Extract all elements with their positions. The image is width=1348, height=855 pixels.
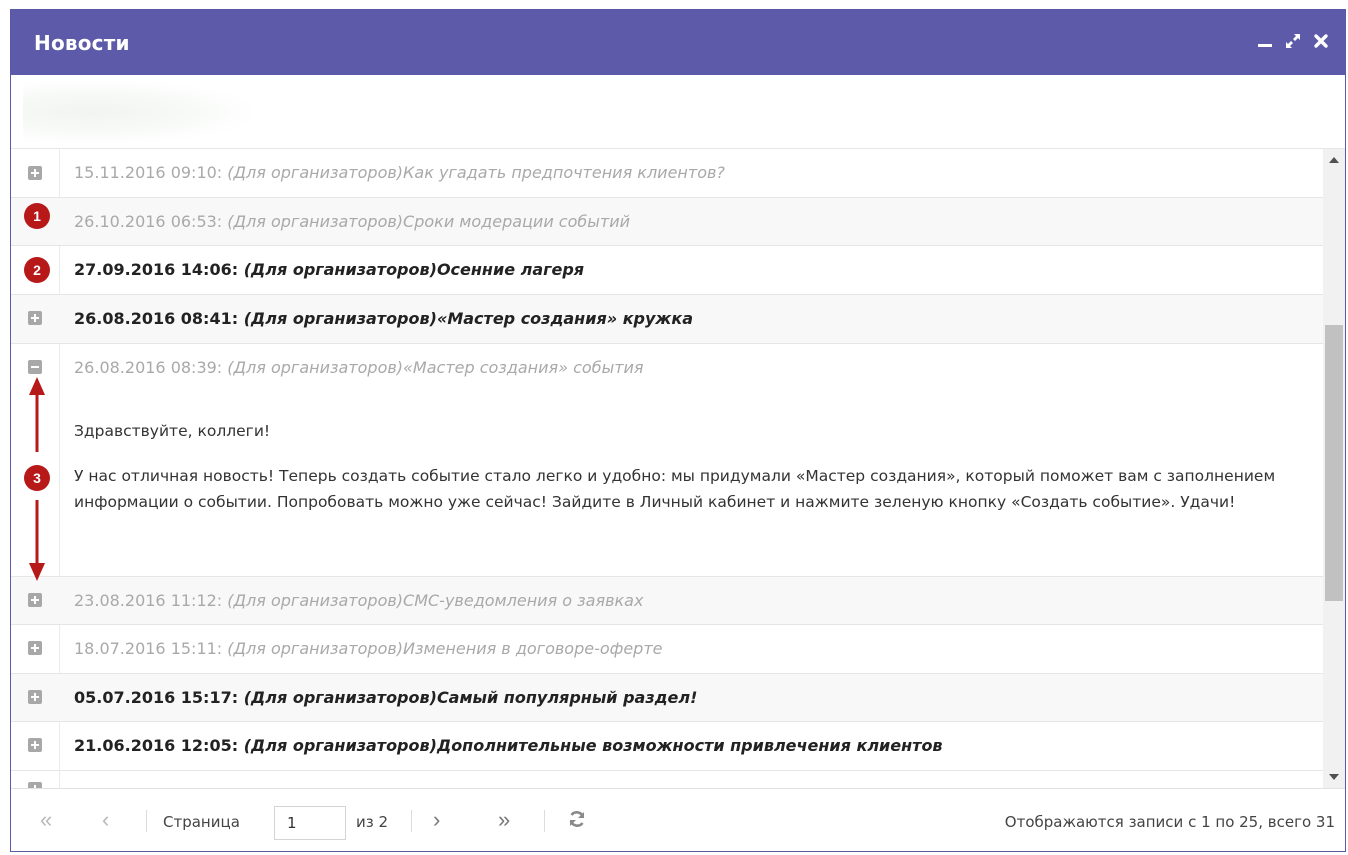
scroll-down-icon[interactable] xyxy=(1329,774,1339,780)
news-text[interactable]: 27.09.2016 14:06: (Для организаторов)Осе… xyxy=(74,260,584,279)
maximize-icon[interactable] xyxy=(1283,31,1303,51)
expand-icon[interactable] xyxy=(28,593,42,607)
news-title: (Для организаторов)Как угадать предпочте… xyxy=(227,163,725,182)
news-date: 27.09.2016 14:06: xyxy=(74,260,239,279)
expand-icon[interactable] xyxy=(28,166,42,180)
next-page-button[interactable]: › xyxy=(433,809,440,831)
refresh-icon[interactable] xyxy=(567,809,587,833)
pager-separator xyxy=(146,810,147,832)
collapse-icon[interactable] xyxy=(28,360,42,374)
annotation-badge: 3 xyxy=(24,465,50,491)
close-icon[interactable] xyxy=(1311,31,1331,51)
pager-separator xyxy=(544,810,545,832)
window-title: Новости xyxy=(34,31,130,55)
news-title: (Для организаторов)«Мастер создания» кру… xyxy=(243,309,694,328)
news-row-expanded[interactable]: 26.08.2016 08:39: (Для организаторов)«Ма… xyxy=(11,344,1323,577)
news-title: (Для организаторов)Изменения в договоре-… xyxy=(227,639,663,658)
first-page-button[interactable]: « xyxy=(40,809,52,831)
news-text[interactable]: 15.11.2016 09:10: (Для организаторов)Как… xyxy=(74,163,725,182)
news-date: 15.11.2016 09:10: xyxy=(74,163,223,182)
news-header-area xyxy=(11,75,1345,149)
news-date: 26.08.2016 08:41: xyxy=(74,309,239,328)
news-row[interactable]: 26.10.2016 06:53: (Для организаторов)Сро… xyxy=(11,198,1323,246)
news-text[interactable]: 05.07.2016 15:17: (Для организаторов)Сам… xyxy=(74,688,697,707)
news-title: (Для организаторов)СМС-уведомления о зая… xyxy=(227,591,644,610)
prev-page-button[interactable]: ‹ xyxy=(102,809,109,831)
expand-icon[interactable] xyxy=(28,738,42,752)
news-title: (Для организаторов)Самый популярный разд… xyxy=(243,688,698,707)
list-scrollbar[interactable] xyxy=(1323,149,1345,788)
news-row[interactable]: 15.11.2016 09:10: (Для организаторов)Как… xyxy=(11,149,1323,198)
news-list: 15.11.2016 09:10: (Для организаторов)Как… xyxy=(11,149,1323,788)
news-title: (Для организаторов)Сроки модерации событ… xyxy=(227,212,630,231)
expand-icon[interactable] xyxy=(28,690,42,704)
scroll-up-icon[interactable] xyxy=(1329,157,1339,163)
news-row[interactable]: 21.06.2016 12:05: (Для организаторов)Доп… xyxy=(11,722,1323,771)
news-title: (Для организаторов)«Мастер создания» соб… xyxy=(227,358,644,377)
news-row-partial[interactable] xyxy=(11,771,1323,788)
annotation-badge: 1 xyxy=(24,203,50,229)
window-tools xyxy=(1255,31,1331,51)
news-date: 26.08.2016 08:39: xyxy=(74,358,223,377)
news-text[interactable]: 26.08.2016 08:41: (Для организаторов)«Ма… xyxy=(74,309,693,328)
news-text[interactable]: 18.07.2016 15:11: (Для организаторов)Изм… xyxy=(74,639,662,658)
news-title: (Для организаторов)Осенние лагеря xyxy=(243,260,585,279)
news-title: (Для организаторов)Дополнительные возмож… xyxy=(243,736,943,755)
window-titlebar: Новости xyxy=(11,10,1345,75)
annotation-badge: 2 xyxy=(24,257,50,283)
last-page-button[interactable]: » xyxy=(498,809,510,831)
news-text[interactable]: 21.06.2016 12:05: (Для организаторов)Доп… xyxy=(74,736,943,755)
news-date: 26.10.2016 06:53: xyxy=(74,212,223,231)
news-text[interactable]: 26.08.2016 08:39: (Для организаторов)«Ма… xyxy=(74,358,644,377)
expand-icon[interactable] xyxy=(28,311,42,325)
news-greeting: Здравствуйте, коллеги! xyxy=(74,422,271,440)
records-status: Отображаются записи с 1 по 25, всего 31 xyxy=(1004,813,1335,831)
news-date: 21.06.2016 12:05: xyxy=(74,736,239,755)
news-window: Новости 15.11.2016 09:10: (Для организат… xyxy=(10,9,1346,852)
news-text[interactable]: 23.08.2016 11:12: (Для организаторов)СМС… xyxy=(74,591,643,610)
news-row[interactable]: 27.09.2016 14:06: (Для организаторов)Осе… xyxy=(11,246,1323,295)
page-count-label: из 2 xyxy=(356,813,389,831)
news-date: 23.08.2016 11:12: xyxy=(74,591,223,610)
blurred-image xyxy=(23,81,253,143)
page-label: Страница xyxy=(163,813,240,831)
news-row[interactable]: 05.07.2016 15:17: (Для организаторов)Сам… xyxy=(11,674,1323,722)
news-body: У нас отличная новость! Теперь создать с… xyxy=(74,467,1276,511)
news-date: 05.07.2016 15:17: xyxy=(74,688,239,707)
news-row[interactable]: 23.08.2016 11:12: (Для организаторов)СМС… xyxy=(11,577,1323,625)
scroll-thumb[interactable] xyxy=(1325,325,1343,601)
page-number-input[interactable] xyxy=(274,806,346,840)
news-row[interactable]: 26.08.2016 08:41: (Для организаторов)«Ма… xyxy=(11,295,1323,344)
news-row[interactable]: 18.07.2016 15:11: (Для организаторов)Изм… xyxy=(11,625,1323,674)
news-date: 18.07.2016 15:11: xyxy=(74,639,223,658)
minimize-icon[interactable] xyxy=(1255,31,1275,51)
news-text[interactable]: 26.10.2016 06:53: (Для организаторов)Сро… xyxy=(74,212,630,231)
pager-separator xyxy=(411,810,412,832)
expand-icon[interactable] xyxy=(28,641,42,655)
pagination-toolbar: « ‹ Страница из 2 › » Отображаются запис… xyxy=(11,788,1345,851)
